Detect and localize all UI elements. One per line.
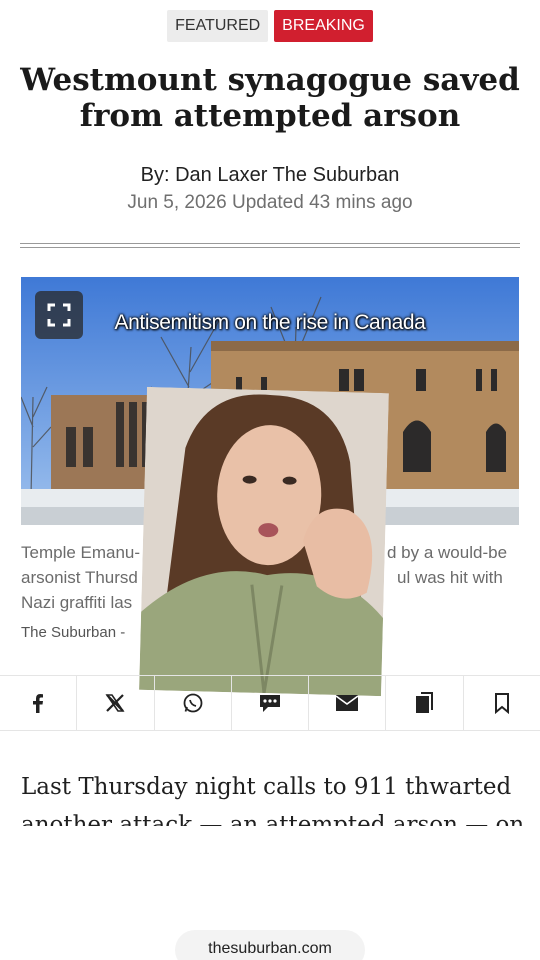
browser-url-bar[interactable]: thesuburban.com [175, 930, 365, 960]
bookmark-button[interactable] [464, 676, 540, 730]
email-icon [335, 695, 359, 711]
share-copy-button[interactable] [386, 676, 464, 730]
image-credit: The Suburban - [21, 624, 126, 641]
video-caption: Antisemitism on the rise in Canada [114, 311, 426, 334]
divider [20, 247, 520, 248]
whatsapp-icon [183, 693, 203, 713]
share-sms-button[interactable] [232, 676, 310, 730]
article-body: Last Thursday night calls to 911 thwarte… [21, 774, 525, 826]
bookmark-icon [494, 693, 509, 714]
copy-icon [415, 692, 433, 713]
x-icon [105, 694, 125, 712]
share-x-button[interactable] [77, 676, 155, 730]
presenter-video-overlay [139, 386, 389, 697]
share-whatsapp-button[interactable] [155, 676, 232, 730]
fullscreen-button[interactable] [35, 291, 83, 339]
facebook-icon [33, 694, 44, 713]
article-headline: Westmount synagogue saved from attempted… [20, 62, 520, 134]
share-email-button[interactable] [309, 676, 387, 730]
divider [20, 243, 520, 244]
featured-tag[interactable]: FEATURED [167, 10, 269, 42]
breaking-tag[interactable]: BREAKING [274, 10, 373, 42]
article-byline[interactable]: By: Dan Laxer The Suburban [0, 164, 540, 187]
presenter-figure [139, 386, 389, 697]
share-facebook-button[interactable] [0, 676, 78, 730]
article-dateline: Jun 5, 2026 Updated 43 mins ago [127, 192, 413, 213]
share-bar [0, 675, 540, 731]
sms-icon [259, 695, 280, 712]
category-tags: FEATURED BREAKING [0, 10, 540, 42]
expand-icon [47, 303, 71, 327]
